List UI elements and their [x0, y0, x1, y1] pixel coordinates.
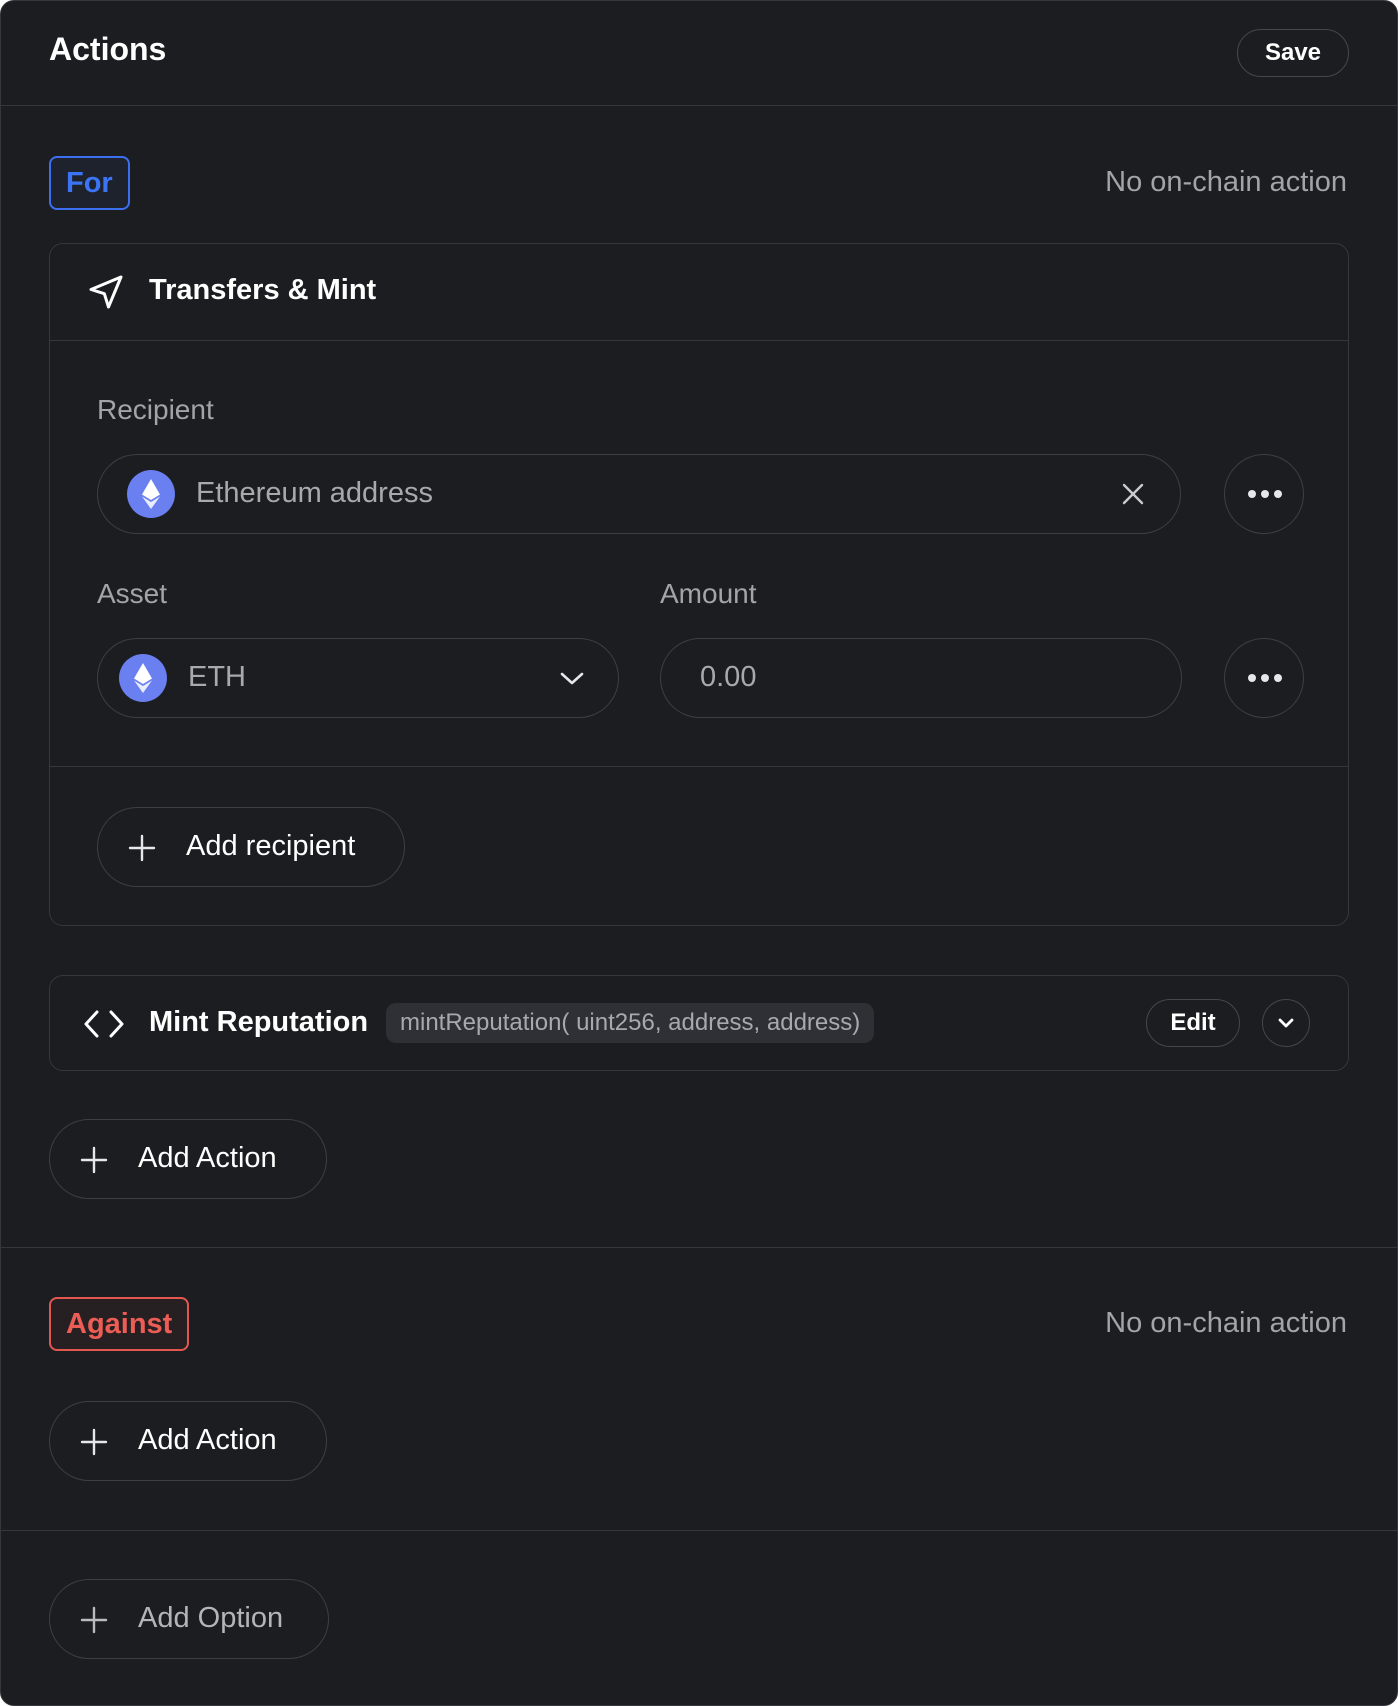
against-add-action-label: Add Action [138, 1424, 277, 1456]
function-signature-chip: mintReputation( uint256, address, addres… [386, 1003, 875, 1043]
asset-select[interactable]: ETH [97, 638, 619, 718]
expand-button[interactable] [1262, 999, 1310, 1047]
code-icon [83, 1004, 125, 1044]
asset-label: Asset [97, 578, 168, 609]
recipient-address-input[interactable]: Ethereum address [97, 454, 1181, 534]
against-status-text: No on-chain action [1105, 1307, 1347, 1339]
plus-icon [80, 1606, 108, 1634]
more-horizontal-icon [1247, 672, 1283, 684]
for-add-action-button[interactable]: Add Action [49, 1119, 327, 1199]
panel-header: Actions Save [1, 1, 1397, 106]
for-badge: For [49, 156, 130, 210]
recipient-label: Recipient [97, 394, 214, 425]
actions-panel: Actions Save For No on-chain action Tran… [0, 0, 1398, 1706]
add-option-label: Add Option [138, 1602, 284, 1634]
edit-button[interactable]: Edit [1146, 999, 1240, 1047]
for-add-action-label: Add Action [138, 1142, 277, 1174]
plus-icon [80, 1428, 108, 1456]
section-divider [1, 1530, 1397, 1531]
ethereum-icon [119, 654, 167, 702]
against-badge: Against [49, 1297, 190, 1351]
amount-label: Amount [660, 578, 757, 609]
plus-icon [80, 1146, 108, 1174]
transfers-card-title: Transfers & Mint [149, 274, 377, 306]
ethereum-icon [127, 470, 175, 518]
mint-reputation-title: Mint Reputation [149, 1006, 369, 1038]
amount-input[interactable]: 0.00 [660, 638, 1182, 718]
add-recipient-button[interactable]: Add recipient [97, 807, 405, 887]
recipient-placeholder: Ethereum address [196, 477, 433, 509]
more-horizontal-icon [1247, 488, 1283, 500]
asset-selected-value: ETH [188, 661, 246, 693]
transfers-card-header[interactable]: Transfers & Mint [50, 244, 1348, 341]
page-title: Actions [49, 31, 167, 67]
against-add-action-button[interactable]: Add Action [49, 1401, 327, 1481]
save-button[interactable]: Save [1237, 29, 1349, 77]
section-divider [1, 1247, 1397, 1248]
transfers-mint-card: Transfers & Mint Recipient Ethereum addr… [49, 243, 1349, 926]
chevron-down-icon [558, 666, 586, 690]
add-option-button[interactable]: Add Option [49, 1579, 329, 1659]
add-recipient-label: Add recipient [186, 830, 356, 862]
recipient-more-button[interactable] [1224, 454, 1304, 534]
card-divider [50, 766, 1348, 767]
send-icon [86, 272, 126, 312]
mint-reputation-card: Mint Reputation mintReputation( uint256,… [49, 975, 1349, 1071]
amount-more-button[interactable] [1224, 638, 1304, 718]
close-icon[interactable] [1120, 481, 1146, 507]
plus-icon [128, 834, 156, 862]
amount-placeholder: 0.00 [700, 661, 757, 693]
for-status-text: No on-chain action [1105, 166, 1347, 198]
chevron-down-icon [1274, 1013, 1298, 1033]
